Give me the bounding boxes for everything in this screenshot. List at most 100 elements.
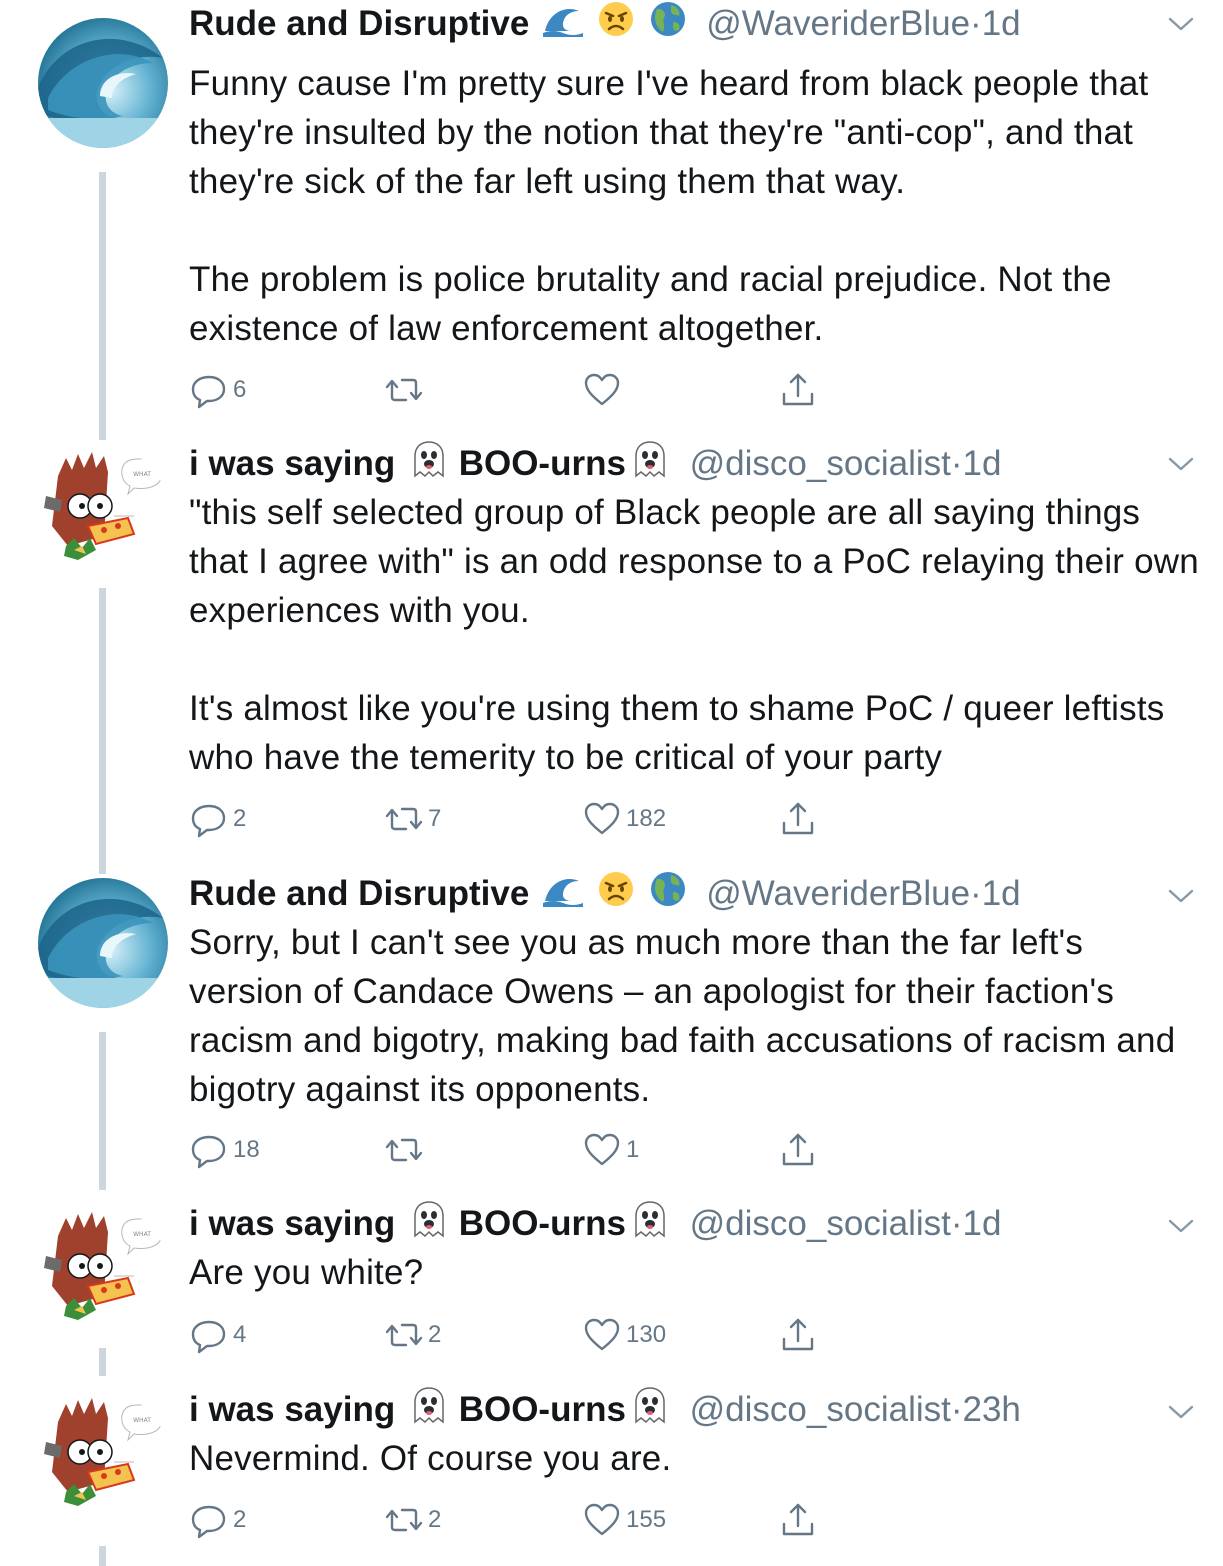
display-name-suffix[interactable]: BOO-urns: [459, 1204, 626, 1243]
tweet-paragraph: The problem is police brutality and raci…: [189, 260, 1112, 348]
tweet-actions: 18 1: [189, 1130, 849, 1170]
wave-emoji: [543, 1, 584, 50]
tweet-text: Are you white?: [189, 1248, 1199, 1297]
share-button[interactable]: [778, 1130, 818, 1170]
tweet[interactable]: WHAT i was saying BOO-urns @disco_social…: [0, 1190, 1223, 1376]
retweet-icon: [385, 378, 423, 402]
user-handle[interactable]: @disco_socialist: [690, 1390, 951, 1429]
user-handle[interactable]: @WaveriderBlue: [706, 4, 970, 43]
like-button[interactable]: [582, 370, 626, 410]
reply-button[interactable]: 2: [189, 1500, 246, 1540]
share-button[interactable]: [778, 370, 818, 410]
tweet-text: Sorry, but I can't see you as much more …: [189, 918, 1199, 1114]
reply-icon: [191, 804, 226, 838]
reply-button[interactable]: 6: [189, 370, 246, 410]
timestamp[interactable]: 1d: [982, 874, 1021, 913]
tweet[interactable]: WHAT i was saying BOO-urns @disco_social…: [0, 1376, 1223, 1566]
thread-connector-line: [99, 1546, 106, 1566]
retweet-icon: [385, 1323, 423, 1347]
conversation-thread: Rude and Disruptive @WaveriderBlue·1d Fu…: [0, 0, 1223, 1566]
reply-count: 2: [233, 805, 247, 832]
chevron-down-icon[interactable]: [1167, 454, 1195, 474]
retweet-button[interactable]: 7: [384, 799, 441, 839]
ghost-emoji: [630, 1386, 670, 1437]
user-handle[interactable]: @disco_socialist: [690, 444, 951, 483]
tweet-text: Funny cause I'm pretty sure I've heard f…: [189, 59, 1199, 353]
avatar[interactable]: WHAT: [38, 1206, 168, 1336]
retweet-button[interactable]: [384, 370, 428, 410]
thread-connector-line: [99, 860, 106, 874]
avatar[interactable]: [38, 878, 168, 1008]
avatar[interactable]: WHAT: [38, 446, 168, 576]
like-button[interactable]: 1: [582, 1130, 639, 1170]
reply-icon: [191, 375, 226, 409]
chevron-down-icon[interactable]: [1167, 886, 1195, 906]
timestamp[interactable]: 1d: [963, 1204, 1002, 1243]
like-count: 155: [626, 1506, 667, 1533]
tweet-actions: 4 2 130: [189, 1315, 849, 1355]
tweet-text: Nevermind. Of course you are.: [189, 1434, 1199, 1483]
reply-count: 6: [233, 376, 247, 403]
tweet-actions: 2 7 182: [189, 799, 849, 839]
display-name[interactable]: i was saying: [189, 1204, 395, 1243]
cartoon-avatar-image: WHAT: [44, 1212, 163, 1320]
share-button[interactable]: [778, 1500, 818, 1540]
user-handle[interactable]: @disco_socialist: [690, 1204, 951, 1243]
share-icon: [782, 802, 814, 835]
timestamp[interactable]: 1d: [982, 4, 1021, 43]
retweet-icon: [385, 1138, 423, 1162]
chevron-down-icon[interactable]: [1167, 1216, 1195, 1236]
thread-connector-line: [99, 1348, 106, 1376]
reply-button[interactable]: 2: [189, 799, 246, 839]
share-button[interactable]: [778, 799, 818, 839]
display-name[interactable]: i was saying: [189, 444, 395, 483]
tweet-text: "this self selected group of Black peopl…: [189, 488, 1199, 782]
timestamp[interactable]: 23h: [963, 1390, 1021, 1429]
display-name[interactable]: Rude and Disruptive: [189, 4, 529, 43]
tweet-paragraph: Funny cause I'm pretty sure I've heard f…: [189, 64, 1149, 201]
tweet[interactable]: Rude and Disruptive: [0, 860, 1223, 1190]
like-button[interactable]: 155: [582, 1500, 666, 1540]
tweet[interactable]: Rude and Disruptive: [0, 0, 1223, 430]
retweet-button[interactable]: 2: [384, 1500, 441, 1540]
tweet-paragraph: Are you white?: [189, 1253, 424, 1292]
display-name[interactable]: Rude and Disruptive: [189, 874, 529, 913]
speech-bubble-text: WHAT: [133, 1417, 151, 1424]
chevron-down-icon[interactable]: [1167, 1402, 1195, 1422]
tweet-header: Rude and Disruptive @WaveriderBlue·1d: [189, 870, 1021, 918]
timestamp[interactable]: 1d: [963, 444, 1002, 483]
globe-emoji: [649, 870, 687, 921]
avatar[interactable]: [38, 18, 168, 148]
like-count: 182: [626, 805, 667, 832]
cartoon-avatar-image: WHAT: [44, 452, 163, 560]
like-count: 130: [626, 1321, 667, 1348]
retweet-button[interactable]: 2: [384, 1315, 441, 1355]
speech-bubble-text: WHAT: [133, 1231, 151, 1238]
display-name-suffix[interactable]: BOO-urns: [459, 444, 626, 483]
tweet-actions: 2 2 155: [189, 1500, 849, 1540]
like-button[interactable]: 182: [582, 799, 666, 839]
like-button[interactable]: 130: [582, 1315, 666, 1355]
tweet[interactable]: WHAT i was saying BOO-urns @disco_social…: [0, 430, 1223, 860]
user-handle[interactable]: @WaveriderBlue: [706, 874, 970, 913]
retweet-button[interactable]: [384, 1130, 428, 1170]
tweet-paragraph: "this self selected group of Black peopl…: [189, 493, 1199, 630]
ghost-emoji: [409, 1386, 449, 1437]
display-name[interactable]: i was saying: [189, 1390, 395, 1429]
heart-icon: [584, 1503, 620, 1536]
share-button[interactable]: [778, 1315, 818, 1355]
ghost-emoji: [409, 440, 449, 491]
reply-button[interactable]: 18: [189, 1130, 260, 1170]
like-count: 1: [626, 1136, 640, 1163]
chevron-down-icon[interactable]: [1167, 14, 1195, 34]
speech-bubble-text: WHAT: [133, 471, 151, 478]
avatar[interactable]: WHAT: [38, 1392, 168, 1522]
display-name-suffix[interactable]: BOO-urns: [459, 1390, 626, 1429]
reply-icon: [191, 1320, 226, 1354]
tweet-header: i was saying BOO-urns @disco_socialist·1…: [189, 1200, 1001, 1248]
tweet-paragraph: Sorry, but I can't see you as much more …: [189, 923, 1176, 1109]
globe-emoji: [649, 0, 687, 51]
reply-button[interactable]: 4: [189, 1315, 246, 1355]
thread-connector-line: [99, 1032, 106, 1190]
reply-icon: [191, 1135, 226, 1169]
